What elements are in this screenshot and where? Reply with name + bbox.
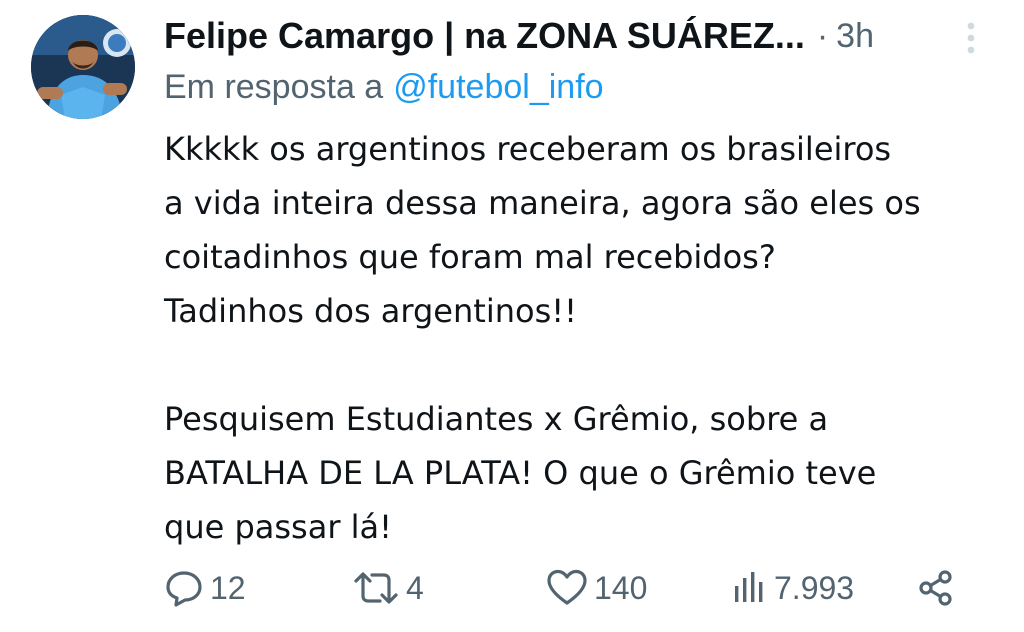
author-name[interactable]: Felipe Camargo | na ZONA SUÁREZ...: [164, 15, 805, 57]
reply-bubble-icon: [166, 571, 202, 607]
reply-handle-link[interactable]: @futebol_info: [393, 68, 603, 107]
retweet-count: 4: [406, 569, 424, 606]
views-count: 7.993: [774, 569, 855, 606]
tweet: Felipe Camargo | na ZONA SUÁREZ... · 3h …: [0, 0, 1024, 632]
avatar-image: [31, 15, 135, 119]
tweet-body-line: Kkkkk os argentinos receberam os brasile…: [164, 130, 892, 168]
header-separator: ·: [816, 16, 829, 55]
heart-icon: [547, 569, 587, 605]
like-button[interactable]: 140: [546, 560, 647, 616]
retweet-icon: [354, 572, 398, 604]
tweet-body: Kkkkk os argentinos receberam os brasile…: [164, 122, 1014, 554]
timestamp[interactable]: 3h: [836, 17, 874, 56]
share-button[interactable]: [916, 560, 956, 616]
tweet-body-line: coitadinhos que foram mal recebidos?: [164, 238, 776, 276]
views-button[interactable]: 7.993: [732, 560, 854, 616]
tweet-body-blank-line: [164, 338, 1014, 392]
tweet-body-line: BATALHA DE LA PLATA! O que o Grêmio teve: [164, 454, 877, 492]
tweet-body-line: que passar lá!: [164, 508, 392, 546]
share-icon: [919, 570, 952, 606]
reply-button[interactable]: 12: [164, 560, 246, 616]
reply-count: 12: [210, 569, 246, 606]
action-bar: 12 4 140 7.993: [0, 560, 1024, 616]
reply-prefix: Em resposta a: [164, 67, 384, 106]
more-vertical-icon[interactable]: [956, 18, 986, 58]
tweet-body-line: Pesquisem Estudiantes x Grêmio, sobre a: [164, 400, 829, 438]
avatar[interactable]: [31, 15, 135, 119]
views-chart-icon: [735, 572, 763, 602]
like-count: 140: [594, 569, 648, 606]
reply-context: Em resposta a @futebol_info: [164, 64, 604, 110]
retweet-button[interactable]: 4: [352, 560, 424, 616]
tweet-body-line: Tadinhos dos argentinos!!: [164, 292, 577, 330]
tweet-body-line: a vida inteira dessa maneira, agora são …: [164, 184, 921, 222]
tweet-header: Felipe Camargo | na ZONA SUÁREZ... · 3h: [164, 10, 874, 62]
